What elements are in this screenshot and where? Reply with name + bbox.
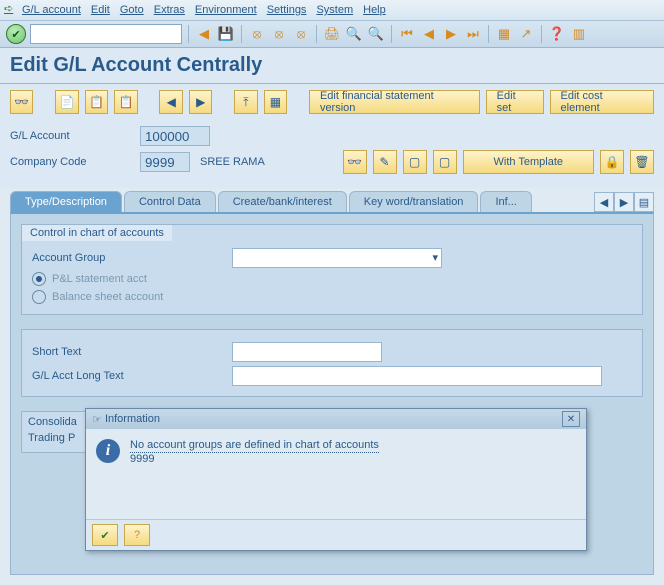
tab-information[interactable]: Inf... [480, 191, 531, 212]
radio-selected-icon [32, 272, 46, 286]
create-icon[interactable]: ▢ [403, 150, 427, 174]
back-icon[interactable]: ◀ [195, 25, 213, 43]
first-page-icon[interactable]: ⏮ [398, 25, 416, 43]
lock-icon[interactable]: 🔒 [600, 150, 624, 174]
long-text-input[interactable] [232, 366, 602, 386]
company-code-input[interactable] [140, 152, 190, 172]
long-text-label: G/L Acct Long Text [32, 370, 232, 382]
create-ref-icon[interactable]: ▢ [433, 150, 457, 174]
edit-cost-element-button[interactable]: Edit cost element [550, 90, 654, 114]
save-icon[interactable]: 💾 [217, 25, 235, 43]
scroll-icon[interactable]: ⤒ [234, 90, 257, 114]
edit-fin-stmt-button[interactable]: Edit financial statement version [309, 90, 480, 114]
tab-strip: Type/Description Control Data Create/ban… [0, 188, 664, 212]
group-control-chart-title: Control in chart of accounts [21, 224, 172, 241]
help-icon[interactable]: ❓ [548, 25, 566, 43]
menu-bar: ➪ G/L account Edit Goto Extras Environme… [0, 0, 664, 21]
enter-icon[interactable]: ✔ [6, 24, 26, 44]
print-icon[interactable]: 🖨 [323, 25, 341, 43]
dropdown-icon: ▾ [432, 251, 438, 264]
info-icon: i [96, 439, 120, 463]
tab-create-bank-interest[interactable]: Create/bank/interest [218, 191, 347, 212]
group-text: Short Text G/L Acct Long Text [21, 329, 643, 397]
cancel2-icon[interactable]: ⦻ [292, 25, 310, 43]
tab-list-icon[interactable]: ▤ [634, 192, 654, 212]
menu-system[interactable]: System [316, 4, 353, 16]
header-fields: G/L Account Company Code SREE RAMA 👓 ✎ ▢… [0, 120, 664, 188]
prev-icon[interactable]: ◀ [159, 90, 182, 114]
application-toolbar: 👓 📄 📋 📋 ◀ ▶ ⤒ ▦ Edit financial statement… [0, 84, 664, 120]
account-group-label: Account Group [32, 252, 232, 264]
account-group-dropdown[interactable]: ▾ [232, 248, 442, 268]
dialog-icon: ☞ [92, 413, 102, 426]
delete-icon[interactable]: 🗑 [630, 150, 654, 174]
menu-edit[interactable]: Edit [91, 4, 110, 16]
menu-gl-account[interactable]: G/L account [22, 4, 81, 16]
information-dialog: ☞ Information ✕ i No account groups are … [85, 408, 587, 551]
dialog-close-icon[interactable]: ✕ [562, 411, 580, 427]
radio-unselected-icon [32, 290, 46, 304]
tab-scroll-right-icon[interactable]: ▶ [614, 192, 634, 212]
shortcut-icon[interactable]: ↗ [517, 25, 535, 43]
prev-page-icon[interactable]: ◀ [420, 25, 438, 43]
tab-control-data[interactable]: Control Data [124, 191, 216, 212]
company-code-label: Company Code [10, 156, 140, 168]
dialog-ok-button[interactable]: ✔ [92, 524, 118, 546]
next-icon[interactable]: ▶ [189, 90, 212, 114]
menu-environment[interactable]: Environment [195, 4, 257, 16]
exit-icon[interactable]: ⦻ [248, 25, 266, 43]
menu-extras[interactable]: Extras [154, 4, 185, 16]
other-object-icon[interactable]: 📄 [55, 90, 78, 114]
dialog-message-line1: No account groups are defined in chart o… [130, 439, 379, 453]
short-text-label: Short Text [32, 346, 232, 358]
page-title: Edit G/L Account Centrally [0, 48, 664, 84]
short-text-input[interactable] [232, 342, 382, 362]
display-change-icon[interactable]: 👓 [10, 90, 33, 114]
gl-account-label: G/L Account [10, 130, 140, 142]
where-used-icon[interactable]: 📋 [114, 90, 137, 114]
tab-scroll-left-icon[interactable]: ◀ [594, 192, 614, 212]
layout-icon[interactable]: ▥ [570, 25, 588, 43]
tab-type-description[interactable]: Type/Description [10, 191, 122, 212]
group-control-chart: Control in chart of accounts Account Gro… [21, 224, 643, 315]
menu-settings[interactable]: Settings [267, 4, 307, 16]
pl-statement-label: P&L statement acct [52, 273, 147, 285]
command-field[interactable] [30, 24, 182, 44]
find-next-icon[interactable]: 🔍 [367, 25, 385, 43]
trading-partner-label: Trading P [28, 432, 75, 444]
last-page-icon[interactable]: ⏭ [464, 25, 482, 43]
copy-icon[interactable]: 📋 [85, 90, 108, 114]
find-icon[interactable]: 🔍 [345, 25, 363, 43]
consolidation-label: Consolida [28, 416, 77, 428]
overview-icon[interactable]: ▦ [264, 90, 287, 114]
dialog-help-button[interactable]: ? [124, 524, 150, 546]
company-code-text: SREE RAMA [200, 156, 265, 168]
pl-statement-radio[interactable]: P&L statement acct [32, 272, 632, 286]
tab-keyword-translation[interactable]: Key word/translation [349, 191, 479, 212]
standard-toolbar: ✔ ◀ 💾 ⦻ ⦻ ⦻ 🖨 🔍 🔍 ⏮ ◀ ▶ ⏭ ▦ ↗ ❓ ▥ [0, 21, 664, 48]
dialog-message-line2: 9999 [130, 453, 154, 465]
display-icon[interactable]: 👓 [343, 150, 367, 174]
balance-sheet-radio[interactable]: Balance sheet account [32, 290, 632, 304]
gl-account-input[interactable] [140, 126, 210, 146]
cancel-icon[interactable]: ⦻ [270, 25, 288, 43]
edit-set-button[interactable]: Edit set [486, 90, 544, 114]
group-consolidation: Consolida Trading P [21, 411, 93, 453]
edit-icon[interactable]: ✎ [373, 150, 397, 174]
menu-help[interactable]: Help [363, 4, 386, 16]
dialog-title: Information [105, 413, 160, 425]
with-template-button[interactable]: With Template [463, 150, 595, 174]
menu-goto[interactable]: Goto [120, 4, 144, 16]
app-menu-icon[interactable]: ➪ [4, 2, 13, 15]
next-page-icon[interactable]: ▶ [442, 25, 460, 43]
balance-sheet-label: Balance sheet account [52, 291, 163, 303]
new-session-icon[interactable]: ▦ [495, 25, 513, 43]
